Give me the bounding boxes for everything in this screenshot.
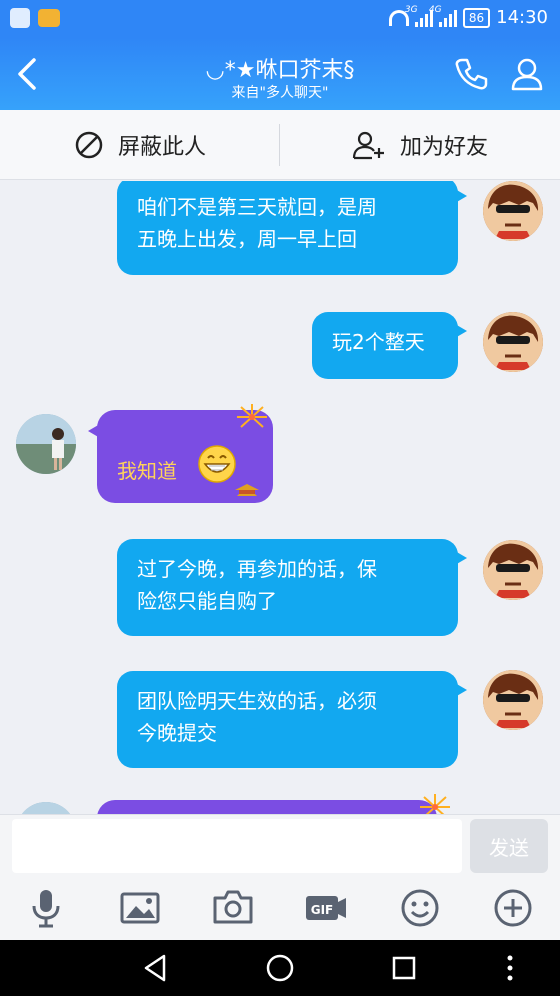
gif-icon: GIF [306,896,346,920]
message-bubble[interactable]: 玩2个整天 [312,312,467,379]
emoji-button[interactable] [398,886,442,930]
chat-title: ◡*★咻口芥末§ [205,58,355,83]
avatar[interactable] [16,802,76,814]
firework-icon [420,794,450,814]
nav-menu-button[interactable] [500,952,520,984]
avatar[interactable] [483,670,543,730]
chevron-left-icon [18,58,36,90]
gif-button[interactable]: GIF [304,886,348,930]
nav-back-button[interactable] [140,952,172,984]
message-bubble[interactable]: 团队险明天生效的话，必须 今晚提交 [117,671,467,768]
camera-button[interactable] [211,886,255,930]
avatar-icon [16,414,76,474]
firework-icon [237,404,267,428]
pagoda-icon [235,484,259,496]
chat-area[interactable]: 咱们不是第三天就回，是周 五晚上出发，周一早上回 玩2个整天 我知道 过了今晚，… [0,181,560,814]
message-line: 今晚提交 [137,721,217,745]
message-bubble[interactable]: 咱们不是第三天就回，是周 五晚上出发，周一早上回 [117,181,467,275]
back-button[interactable] [10,56,46,92]
square-recent-icon [392,956,416,980]
image-icon [120,892,160,924]
add-friend-label: 加为好友 [399,135,488,160]
system-nav-bar [0,940,560,996]
message-line: 险您只能自购了 [137,589,277,613]
input-bar: 发送 [0,814,560,876]
block-label: 屏蔽此人 [117,135,206,160]
message-line: 咱们不是第三天就回，是周 [137,195,377,219]
triangle-back-icon [144,954,166,982]
input-toolbar: GIF [0,876,560,940]
avatar-icon [483,312,543,372]
nav-home-button[interactable] [264,952,296,984]
message-line: 五晚上出发，周一早上回 [137,227,357,251]
send-button[interactable]: 发送 [470,819,548,873]
avatar[interactable] [16,414,76,474]
add-person-icon [352,131,384,160]
message-bubble[interactable]: 过了今晚，再参加的话，保 险您只能自购了 [117,539,467,636]
camera-icon [213,890,253,924]
phone-icon [455,58,488,90]
avatar[interactable] [483,540,543,600]
avatar[interactable] [483,181,543,241]
avatar-icon [483,670,543,730]
clock: 14:30 [496,7,548,28]
svg-text:GIF: GIF [311,903,334,917]
microphone-icon [32,890,60,928]
avatar-icon [16,802,76,814]
profile-button[interactable] [509,56,545,92]
avatar-icon [483,181,543,241]
message-input[interactable] [12,819,462,873]
grin-emoji-icon [198,445,236,483]
image-button[interactable] [118,886,162,930]
block-button[interactable]: 屏蔽此人 [0,110,280,180]
plus-icon [494,889,532,927]
message-line: 我知道 [117,459,177,483]
title-bar: ◡*★咻口芥末§ 来自"多人聊天" [0,38,560,110]
message-line: 团队险明天生效的话，必须 [137,689,377,713]
emoji-icon [401,889,439,927]
more-vertical-icon [507,955,513,981]
message-bubble[interactable] [97,794,450,814]
more-button[interactable] [491,886,535,930]
block-icon [75,131,103,159]
add-friend-button[interactable]: 加为好友 [280,110,560,180]
action-bar: 屏蔽此人 加为好友 [0,110,560,180]
circle-home-icon [266,954,294,982]
battery-indicator: 86 [462,7,491,28]
nav-recent-button[interactable] [388,952,420,984]
chat-subtitle: 来自"多人聊天" [231,85,329,101]
avatar-icon [483,540,543,600]
person-icon [511,58,543,91]
message-bubble[interactable]: 我知道 [88,404,273,503]
mail-notification-icon [38,9,60,27]
call-button[interactable] [453,56,489,92]
signal-icon: 4G [429,5,457,27]
avatar[interactable] [483,312,543,372]
status-bar: 3G 4G 86 14:30 [0,0,560,38]
voice-button[interactable] [24,886,68,930]
message-line: 玩2个整天 [332,330,425,354]
app-notification-icon [10,8,30,28]
message-line: 过了今晚，再参加的话，保 [137,557,377,581]
